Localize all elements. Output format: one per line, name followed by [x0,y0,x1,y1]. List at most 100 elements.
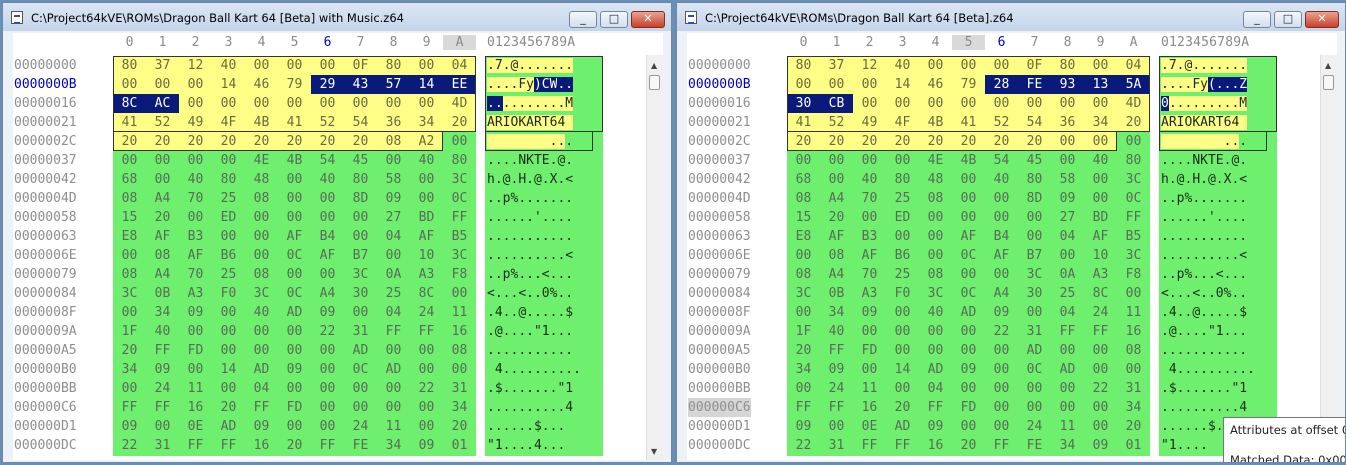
hex-byte[interactable]: 12 [179,56,212,75]
hex-byte[interactable]: 09 [146,360,179,379]
hex-byte[interactable]: 80 [344,170,377,189]
hex-byte[interactable]: 46 [919,75,952,94]
hex-byte[interactable]: 08 [113,265,146,284]
hex-byte[interactable]: 31 [443,379,476,398]
hex-byte[interactable]: A3 [1084,265,1117,284]
hex-byte[interactable]: FD [179,341,212,360]
hex-byte[interactable]: 09 [919,417,952,436]
hex-byte[interactable]: 00 [985,208,1018,227]
hex-byte[interactable]: A3 [410,265,443,284]
hex-byte[interactable]: 34 [820,303,853,322]
hex-byte[interactable]: 80 [886,170,919,189]
hex-byte[interactable]: 08 [787,189,820,208]
hex-byte[interactable]: 11 [443,303,476,322]
hex-byte[interactable]: F0 [886,284,919,303]
hex-byte[interactable]: 0C [278,246,311,265]
hex-byte[interactable]: 3C [1018,265,1051,284]
hex-byte[interactable]: 00 [311,265,344,284]
hex-byte[interactable]: 0F [344,56,377,75]
hex-byte[interactable]: 4B [952,151,985,170]
hex-byte[interactable]: 00 [985,341,1018,360]
hex-byte[interactable]: 4F [886,113,919,132]
hex-byte[interactable]: 25 [377,284,410,303]
hex-byte[interactable]: 34 [113,360,146,379]
hex-byte[interactable]: 70 [179,265,212,284]
hex-byte[interactable]: 3C [443,246,476,265]
hex-byte[interactable]: A2 [410,132,443,151]
hex-byte[interactable]: 00 [377,379,410,398]
hex-byte[interactable]: 00 [952,189,985,208]
hex-byte[interactable]: 20 [146,208,179,227]
hex-byte[interactable]: 20 [113,132,146,151]
hex-byte[interactable]: 40 [820,322,853,341]
hex-byte[interactable]: 45 [344,151,377,170]
hex-byte[interactable]: 00 [919,94,952,113]
hex-byte[interactable]: 14 [886,75,919,94]
hex-byte[interactable]: 00 [443,360,476,379]
hex-byte[interactable]: 00 [443,132,476,151]
hex-byte[interactable]: 09 [245,417,278,436]
hex-byte[interactable]: 00 [212,303,245,322]
hex-byte[interactable]: FE [344,436,377,455]
hex-byte[interactable]: 00 [952,417,985,436]
hex-byte[interactable]: 00 [1084,417,1117,436]
hex-byte[interactable]: 0E [179,417,212,436]
hex-byte[interactable]: 80 [443,151,476,170]
hex-byte[interactable]: 00 [212,322,245,341]
hex-byte[interactable]: 00 [952,341,985,360]
hex-byte[interactable]: 00 [278,170,311,189]
hex-byte[interactable]: B3 [853,227,886,246]
hex-byte[interactable]: 00 [886,151,919,170]
hex-byte[interactable]: 14 [212,75,245,94]
hex-byte[interactable]: 20 [113,341,146,360]
hex-byte[interactable]: 31 [1018,322,1051,341]
hex-byte[interactable]: 49 [853,113,886,132]
hex-byte[interactable]: BD [1084,208,1117,227]
hex-byte[interactable]: 00 [377,151,410,170]
hex-byte[interactable]: 00 [952,265,985,284]
scroll-up-arrow-icon[interactable]: ▲ [651,61,657,70]
hex-byte[interactable]: 00 [245,341,278,360]
hex-byte[interactable]: 00 [985,417,1018,436]
hex-byte[interactable]: 14 [886,360,919,379]
hex-byte[interactable]: 00 [245,56,278,75]
hex-byte[interactable]: AF [278,227,311,246]
hex-byte[interactable]: 00 [278,94,311,113]
hex-byte[interactable]: 00 [1084,132,1117,151]
minimize-button[interactable]: _ [569,11,597,28]
hex-byte[interactable]: 3C [1117,246,1150,265]
hex-byte[interactable]: 20 [1117,113,1150,132]
minimize-button[interactable]: _ [1243,11,1271,28]
hex-byte[interactable]: 08 [245,189,278,208]
hex-byte[interactable]: 00 [919,322,952,341]
hex-byte[interactable]: 34 [146,303,179,322]
hex-byte[interactable]: 09 [179,303,212,322]
hex-byte[interactable]: 04 [377,303,410,322]
hex-byte[interactable]: 0F [1018,56,1051,75]
hex-byte[interactable]: 20 [344,132,377,151]
hex-byte[interactable]: 43 [344,75,377,94]
hex-byte[interactable]: 40 [245,303,278,322]
hex-byte[interactable]: 00 [985,398,1018,417]
hex-byte[interactable]: FF [820,341,853,360]
hex-byte[interactable]: 00 [820,75,853,94]
hex-byte[interactable]: 20 [245,132,278,151]
hex-byte[interactable]: 00 [113,379,146,398]
hex-byte[interactable]: FE [1018,75,1051,94]
hex-byte[interactable]: 00 [410,189,443,208]
hex-byte[interactable]: 20 [1018,132,1051,151]
hex-byte[interactable]: 54 [311,151,344,170]
hex-byte[interactable]: 00 [1051,94,1084,113]
hex-byte[interactable]: 00 [410,94,443,113]
maximize-button[interactable]: □ [1274,11,1302,28]
hex-byte[interactable]: AD [245,360,278,379]
hex-byte[interactable]: 00 [278,341,311,360]
hex-byte[interactable]: 00 [952,170,985,189]
hex-byte[interactable]: 00 [410,170,443,189]
hex-byte[interactable]: 00 [410,398,443,417]
hex-byte[interactable]: 00 [1117,360,1150,379]
hex-byte[interactable]: 00 [886,322,919,341]
hex-byte[interactable]: 24 [1018,417,1051,436]
hex-byte[interactable]: 5A [1117,75,1150,94]
hex-byte[interactable]: 0C [1117,189,1150,208]
